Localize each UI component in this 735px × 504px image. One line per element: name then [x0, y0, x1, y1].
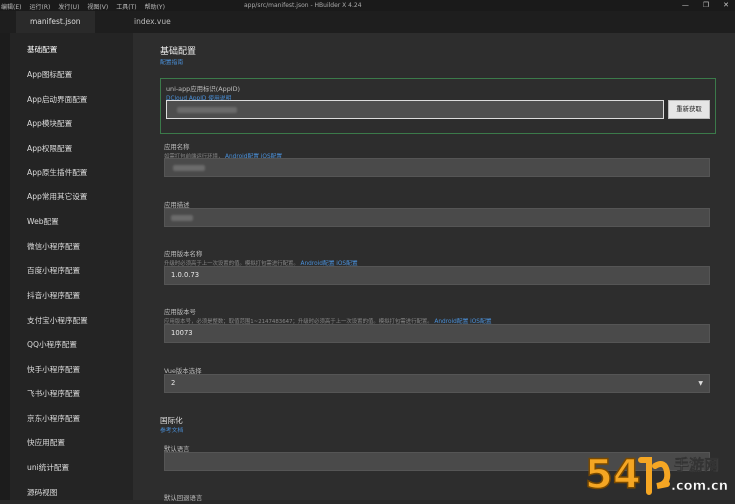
site-watermark-logo: 54 手游网 .com.cn	[583, 448, 733, 500]
minimize-icon[interactable]: —	[682, 1, 689, 9]
vue-version-value: 2	[171, 379, 176, 387]
version-name-input[interactable]: 1.0.0.73	[164, 266, 710, 285]
watermark-swoosh	[638, 457, 671, 495]
sidebar-item-kuaishou[interactable]: 快手小程序配置	[27, 364, 80, 375]
version-name-label: 应用版本名称	[164, 250, 203, 258]
sidebar-item-feishu[interactable]: 飞书小程序配置	[27, 388, 80, 399]
tab-manifest[interactable]: manifest.json	[16, 11, 95, 33]
app-name-value-blurred	[173, 165, 205, 171]
sidebar-item-basic[interactable]: 基础配置	[27, 44, 57, 55]
chevron-down-icon: ▼	[698, 380, 703, 387]
menu-publish[interactable]: 发行(U)	[57, 2, 79, 11]
i18n-docs-link[interactable]: 参考文档	[160, 425, 183, 434]
regenerate-appid-button[interactable]: 重新获取	[668, 100, 710, 119]
sidebar-item-app-native-plugins[interactable]: App原生插件配置	[27, 167, 87, 178]
restore-icon[interactable]: ❐	[703, 1, 709, 9]
sidebar-item-quickapp[interactable]: 快应用配置	[27, 437, 65, 448]
app-name-input[interactable]	[164, 158, 710, 177]
left-gutter	[0, 33, 10, 500]
sidebar-item-app-splash[interactable]: App启动界面配置	[27, 94, 87, 105]
sidebar-item-jd[interactable]: 京东小程序配置	[27, 413, 80, 424]
sidebar-item-web[interactable]: Web配置	[27, 216, 59, 227]
menu-bar: 编辑(E) 运行(R) 发行(U) 视图(V) 工具(T) 帮助(Y)	[0, 2, 165, 11]
fallback-lang-label: 默认回退语言	[164, 494, 203, 502]
menu-view[interactable]: 视图(V)	[86, 2, 108, 11]
sidebar-item-uni-stat[interactable]: uni统计配置	[27, 462, 69, 473]
menu-run[interactable]: 运行(R)	[28, 2, 50, 11]
app-name-label: 应用名称	[164, 143, 190, 151]
sidebar-item-douyin[interactable]: 抖音小程序配置	[27, 290, 80, 301]
page-title: 基础配置	[160, 47, 197, 57]
menu-help[interactable]: 帮助(Y)	[144, 2, 165, 11]
close-icon[interactable]: ✕	[723, 1, 729, 9]
menu-edit[interactable]: 编辑(E)	[0, 2, 21, 11]
sidebar-item-alipay[interactable]: 支付宝小程序配置	[27, 315, 88, 326]
config-guide-link[interactable]: 配置指南	[160, 57, 183, 66]
sidebar-item-app-icon[interactable]: App图标配置	[27, 69, 72, 80]
tab-index-vue[interactable]: index.vue	[120, 11, 185, 33]
vue-version-select[interactable]: 2 ▼	[164, 374, 710, 393]
version-code-input[interactable]: 10073	[164, 324, 710, 343]
appid-value-blurred	[177, 107, 237, 113]
sidebar-item-app-permissions[interactable]: App权限配置	[27, 143, 72, 154]
appid-label: uni-app应用标识(AppID)	[166, 85, 241, 93]
sidebar-item-app-other[interactable]: App常用其它设置	[27, 191, 87, 202]
window-title: app/src/manifest.json - HBuilder X 4.24	[244, 2, 362, 9]
sidebar: 基础配置 App图标配置 App启动界面配置 App模块配置 App权限配置 A…	[10, 33, 133, 500]
appid-input[interactable]	[166, 100, 664, 119]
watermark-number: 54	[585, 452, 641, 498]
sidebar-item-source-view[interactable]: 源码视图	[27, 487, 57, 498]
menu-tools[interactable]: 工具(T)	[115, 2, 136, 11]
version-code-label: 应用版本号	[164, 308, 196, 316]
sidebar-item-weixin[interactable]: 微信小程序配置	[27, 241, 80, 252]
app-desc-input[interactable]	[164, 208, 710, 227]
title-bar: 编辑(E) 运行(R) 发行(U) 视图(V) 工具(T) 帮助(Y) app/…	[0, 0, 735, 11]
watermark-site-cn: 手游网	[674, 456, 719, 474]
sidebar-item-baidu[interactable]: 百度小程序配置	[27, 265, 80, 276]
watermark-site-en: .com.cn	[671, 479, 728, 494]
sidebar-item-qq[interactable]: QQ小程序配置	[27, 339, 77, 350]
editor-tabs: manifest.json index.vue	[0, 11, 735, 33]
app-desc-value-blurred	[171, 215, 193, 221]
sidebar-item-app-modules[interactable]: App模块配置	[27, 118, 72, 129]
watermark-graphic: 54 手游网 .com.cn	[584, 451, 728, 499]
window-controls: — ❐ ✕	[682, 1, 729, 9]
